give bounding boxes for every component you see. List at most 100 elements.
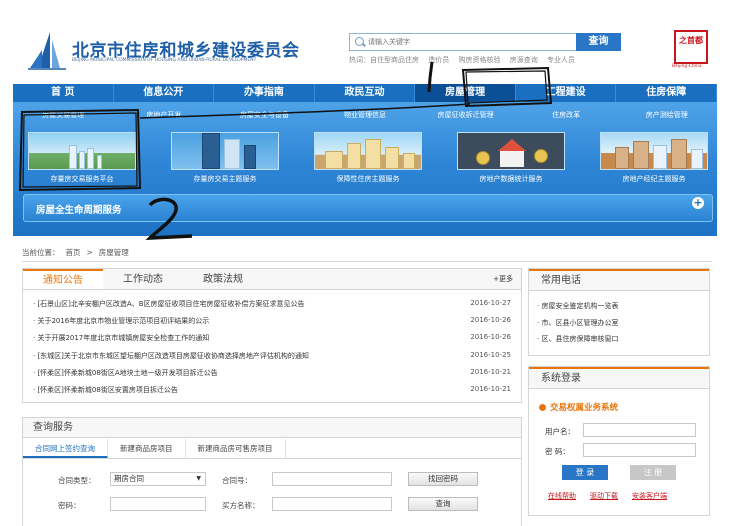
notice-title[interactable]: · [怀柔区]怀柔新城08街区A地块土地一级开发项目拆迁公告 (33, 368, 218, 378)
username-field[interactable] (583, 423, 696, 437)
search-input[interactable] (368, 36, 568, 48)
subnav-item[interactable]: 房屋交易管理 (13, 102, 114, 126)
driver-download-link[interactable]: 驱动下载 (590, 492, 618, 500)
tile-label: 存量房交易主题服务 (193, 175, 257, 183)
breadcrumb-current: 房屋管理 (98, 248, 129, 257)
residential-buildings-image (314, 132, 422, 170)
notice-title[interactable]: · [石景山区]北辛安棚户区改造A、B区房屋征收项目住宅房屋征收补偿方案征求意见… (33, 299, 305, 309)
breadcrumb-separator: > (86, 248, 93, 257)
help-link[interactable]: 在线帮助 (548, 492, 576, 500)
hot-word-link[interactable]: 造价员 (428, 56, 449, 64)
find-password-button[interactable]: 找回密码 (408, 472, 478, 486)
tile-existing-housing-service[interactable]: 存量房交易主题服务 (166, 132, 284, 188)
tile-label: 存量房交易服务平台 (50, 175, 114, 183)
register-button[interactable]: 注 册 (630, 465, 676, 480)
panel-title: 系统登录 (529, 367, 709, 389)
panel-title: 常用电话 (529, 269, 709, 291)
notice-title[interactable]: · 关于开展2017年度北京市城镇房屋安全检查工作的通知 (33, 333, 209, 343)
bullet-dot-icon (539, 404, 546, 411)
subnav-item[interactable]: 房屋安全与设备 (214, 102, 315, 126)
service-tiles: 存量房交易服务平台 存量房交易主题服务 保障性住房主题服务 房地产数据统计服务 … (23, 132, 713, 188)
site-subtitle: BEIJING MUNICIPAL COMMISSION OF HOUSING … (72, 58, 257, 63)
password-field[interactable] (583, 443, 696, 457)
install-client-link[interactable]: 安装客户端 (632, 492, 667, 500)
tab-notices[interactable]: 通知公告 (23, 269, 103, 289)
tab-policies[interactable]: 政策法规 (183, 269, 263, 289)
notice-title[interactable]: · [怀柔区]怀柔新城08街区安置房项目拆迁公告 (33, 385, 178, 395)
hot-word-link[interactable]: 专业人员 (547, 56, 575, 64)
nav-item-housing-security[interactable]: 住房保障 (616, 84, 718, 102)
house-coins-image (457, 132, 565, 170)
breadcrumb: 当前位置： 首页 > 房屋管理 (22, 247, 135, 258)
list-item[interactable]: · 房屋安全鉴定机构一览表 (537, 301, 618, 318)
site-header: 北京市住房和城乡建设委员会 BEIJING MUNICIPAL COMMISSI… (0, 0, 730, 84)
notice-title[interactable]: · [东城区]关于北京市东城区望坛棚户区改造项目房屋征收协商选择房地产评估机构的… (33, 351, 309, 361)
search-button[interactable]: 查询 (576, 33, 621, 51)
chevron-down-icon: ▼ (196, 475, 201, 482)
query-tabs: 合同网上签约查询 新建商品房项目 新建商品房可售房项目 (23, 439, 521, 459)
list-item[interactable]: · 市、区县小区管理办公室 (537, 318, 618, 335)
hot-word-link[interactable]: 房源查询 (510, 56, 538, 64)
tab-work-news[interactable]: 工作动态 (103, 269, 183, 289)
query-button[interactable]: 查询 (408, 497, 478, 511)
list-item[interactable]: · [怀柔区]怀柔新城08街区安置房项目拆迁公告 2016-10-21 (23, 381, 521, 398)
tile-label: 保障性住房主题服务 (336, 175, 400, 183)
notice-date: 2016-10-21 (470, 367, 511, 376)
search-icon (355, 37, 364, 46)
login-system-name: 交易权属业务系统 (539, 401, 618, 413)
subnav-item[interactable]: 物业管理信息 (315, 102, 416, 126)
common-phones-panel: 常用电话 · 房屋安全鉴定机构一览表 · 市、区县小区管理办公室 · 区、县住房… (528, 268, 710, 356)
subnav-item[interactable]: 房地产开发 (114, 102, 215, 126)
housing-management-zone: 房屋交易管理 房地产开发 房屋安全与设备 物业管理信息 房屋征收拆迁管理 住房改… (13, 102, 717, 236)
hot-word-link[interactable]: 购房资格核验 (458, 56, 500, 64)
buyer-name-label: 买方名称： (222, 501, 260, 510)
main-nav: 首 页 信息公开 办事指南 政民互动 房屋管理 工程建设 住房保障 (13, 84, 718, 102)
list-item[interactable]: · 关于2016年度北京市物业管理示范项目初评结果的公示 2016-10-26 (23, 312, 521, 329)
list-item[interactable]: · [石景山区]北辛安棚户区改造A、B区房屋征收项目住宅房屋征收补偿方案征求意见… (23, 295, 521, 312)
sub-nav: 房屋交易管理 房地产开发 房屋安全与设备 物业管理信息 房屋征收拆迁管理 住房改… (13, 102, 717, 126)
nav-item-construction[interactable]: 工程建设 (516, 84, 617, 102)
tab-new-housing-projects[interactable]: 新建商品房项目 (108, 439, 186, 458)
capital-seal-logo: 之首都 (674, 30, 708, 64)
nav-item-interaction[interactable]: 政民互动 (315, 84, 416, 102)
seal-caption: Beijing·China (672, 64, 702, 69)
list-item[interactable]: · [东城区]关于北京市东城区望坛棚户区改造项目房屋征收协商选择房地产评估机构的… (23, 347, 521, 364)
subnav-item[interactable]: 房产测绘管理 (616, 102, 717, 126)
commission-logo-icon (28, 32, 66, 70)
nav-item-info-disclosure[interactable]: 信息公开 (114, 84, 215, 102)
more-link[interactable]: +更多 (493, 274, 513, 284)
lifecycle-label: 房屋全生命周期服务 (36, 205, 122, 216)
contract-no-field[interactable] (272, 472, 392, 486)
search-box (349, 33, 577, 51)
lifecycle-service-banner[interactable]: 房屋全生命周期服务 + (23, 194, 713, 222)
office-tower-image (171, 132, 279, 170)
list-item[interactable]: · 区、县住房保障审核窗口 (537, 334, 618, 351)
contract-type-select[interactable]: 期房合同 ▼ (110, 472, 206, 486)
contract-type-label: 合同类型： (58, 476, 96, 485)
subnav-item[interactable]: 房屋征收拆迁管理 (415, 102, 516, 126)
breadcrumb-home[interactable]: 首页 (66, 248, 81, 257)
nav-item-home[interactable]: 首 页 (13, 84, 114, 102)
query-password-label: 密码： (58, 501, 81, 510)
query-password-field[interactable] (110, 497, 206, 511)
hot-word-label[interactable]: 热词：自住型商品住房 (349, 56, 419, 64)
list-item[interactable]: · [怀柔区]怀柔新城08街区A地块土地一级开发项目拆迁公告 2016-10-2… (23, 364, 521, 381)
nav-item-service-guide[interactable]: 办事指南 (214, 84, 315, 102)
contract-no-label: 合同号： (222, 476, 252, 485)
tab-contract-query[interactable]: 合同网上签约查询 (23, 439, 108, 458)
password-label: 密 码： (545, 447, 570, 456)
login-button[interactable]: 登 录 (562, 465, 608, 480)
tile-real-estate-agency[interactable]: 房地产经纪主题服务 (595, 132, 713, 188)
notice-title[interactable]: · 关于2016年度北京市物业管理示范项目初评结果的公示 (33, 316, 209, 326)
username-label: 用户名： (545, 427, 575, 436)
tile-existing-housing-platform[interactable]: 存量房交易服务平台 (23, 132, 141, 188)
list-item[interactable]: · 关于开展2017年度北京市城镇房屋安全检查工作的通知 2016-10-26 (23, 329, 521, 346)
nav-item-housing-management[interactable]: 房屋管理 (415, 84, 516, 102)
tile-affordable-housing-service[interactable]: 保障性住房主题服务 (309, 132, 427, 188)
notice-date: 2016-10-21 (470, 384, 511, 393)
tile-real-estate-statistics[interactable]: 房地产数据统计服务 (452, 132, 570, 188)
subnav-item[interactable]: 住房改革 (516, 102, 617, 126)
buyer-name-field[interactable] (272, 497, 392, 511)
expand-plus-icon[interactable]: + (692, 197, 704, 209)
tab-available-housing-projects[interactable]: 新建商品房可售房项目 (186, 439, 286, 458)
